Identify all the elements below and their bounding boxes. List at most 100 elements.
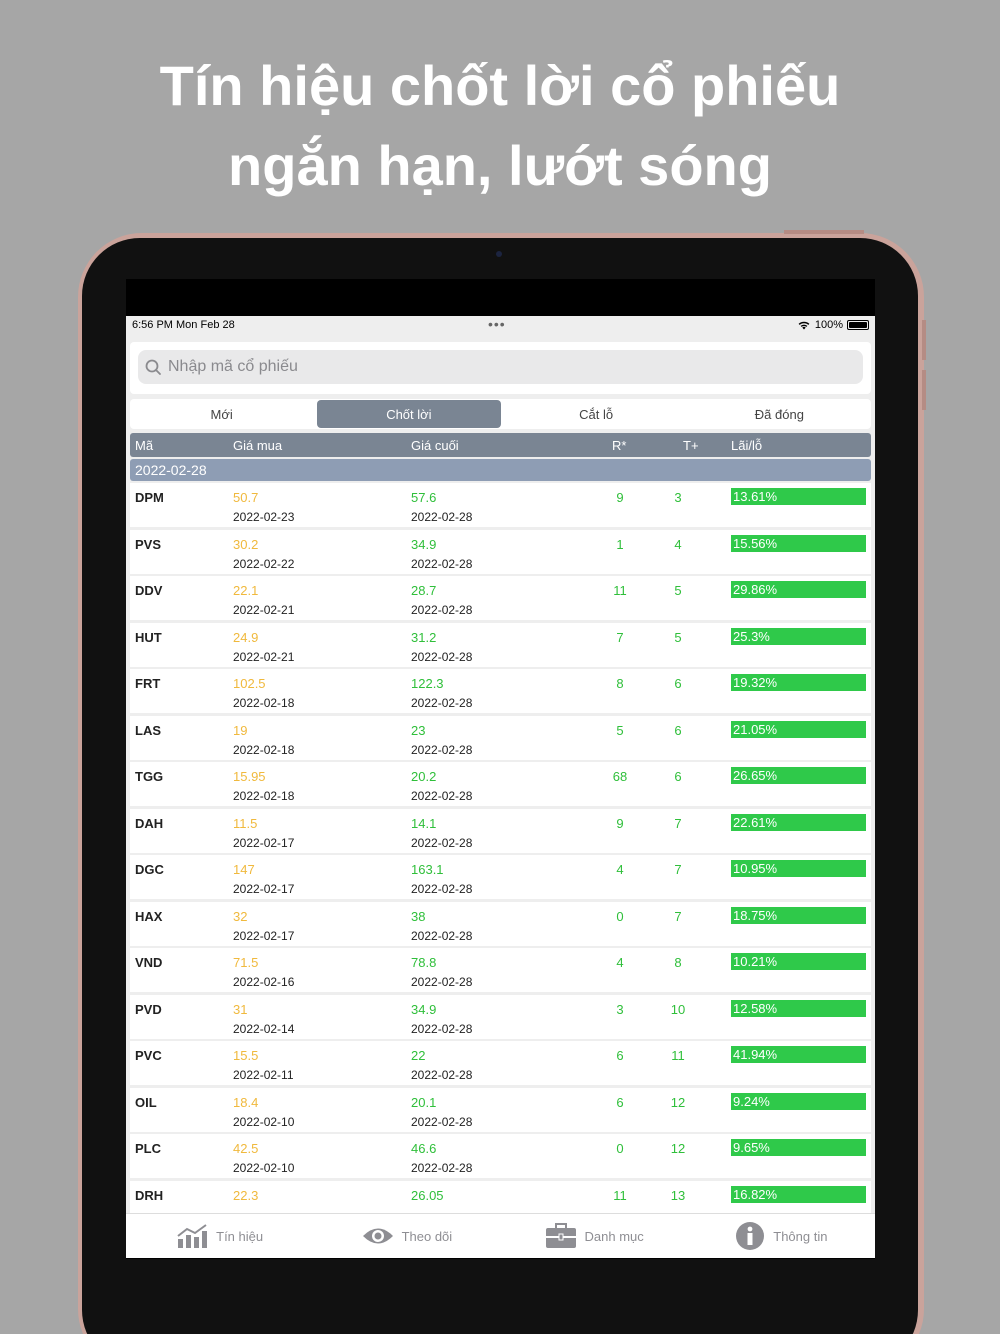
table-row[interactable]: DPM 50.7 2022-02-23 57.6 2022-02-28 9 3 13.61% [130,483,871,527]
screen: 6:56 PM Mon Feb 28 ••• 100% Nhập mã cổ p… [126,279,875,1259]
table-row[interactable]: PVS 30.2 2022-02-22 34.9 2022-02-28 1 4 15.56% [130,529,871,574]
cell-last-date: 2022-02-28 [411,835,473,850]
search-box[interactable] [138,350,863,384]
cell-buy-date: 2022-02-21 [233,603,295,617]
cell-buy-date: 2022-02-18 [233,696,295,710]
cell-buy-date: 2022-02-14 [233,1021,295,1036]
cell-t: 6 [674,769,682,784]
cell-last-price: 34.9 [411,536,437,552]
header-gia-mua[interactable]: Giá mua [233,438,282,453]
cell-last-date: 2022-02-28 [411,975,473,989]
cell-t: 6 [674,676,682,691]
volume-down-button [922,370,926,410]
cell-buy-price: 22.3 [233,1187,259,1203]
cell-last-date: 2022-02-28 [411,1068,473,1082]
table-row[interactable]: DAH 11.5 2022-02-17 14.1 2022-02-28 9 7 22.61% [130,808,871,853]
tabbar-theo-doi[interactable]: Theo dõi [313,1214,500,1258]
camera-dot [496,251,502,257]
search-input[interactable] [168,358,848,376]
header-t[interactable]: T+ [683,438,699,453]
tab-chot-loi[interactable]: Chốt lời [317,400,501,428]
table-row[interactable]: FRT 102.5 2022-02-18 122.3 2022-02-28 8 6 19.32… [130,669,871,713]
search-bar [130,342,871,394]
cell-t: 12 [670,1141,686,1156]
battery-icon [847,320,869,330]
cell-buy-price: 11.5 [233,815,258,831]
top-button [784,230,864,234]
cell-r: 7 [616,629,624,645]
cell-last-price: 163.1 [411,862,444,877]
cell-ma: HAX [135,908,163,924]
cell-last-price: 34.9 [411,1001,437,1017]
cell-ma: DAH [135,815,164,831]
table-row[interactable]: VND 71.5 2022-02-16 78.8 2022-02-28 4 8 10.21% [130,948,871,992]
cell-last-price: 14.1 [411,815,437,831]
table-row[interactable]: LAS 19 2022-02-18 23 2022-02-28 5 6 21.05% [130,715,871,760]
app: 6:56 PM Mon Feb 28 ••• 100% Nhập mã cổ p… [126,316,875,1258]
header-lai-lo[interactable]: Lãi/lỗ [731,438,762,453]
cell-last-price: 57.6 [411,490,437,505]
tab-cat-lo[interactable]: Cắt lỗ [505,399,688,429]
header-ma[interactable]: Mã [135,438,153,453]
cell-r: 1 [616,536,624,552]
cell-buy-price: 71.5 [233,955,259,970]
cell-r: 4 [616,862,624,877]
table-row[interactable]: DGC 147 2022-02-17 163.1 2022-02-28 4 7 10.95% [130,855,871,899]
cell-profit: 9.24% [731,1092,866,1110]
cell-ma: DDV [135,583,163,598]
cell-ma: DGC [135,862,164,877]
cell-t: 12 [670,1094,686,1110]
tab-da-dong[interactable]: Đã đóng [688,399,871,429]
cell-last-price: 20.1 [411,1094,437,1110]
cell-last-price: 28.7 [411,583,437,598]
headline-line-1: Tín hiệu chốt lời cổ phiếu [159,54,841,117]
multitask-dots[interactable]: ••• [488,316,506,332]
cell-r: 11 [613,1187,627,1203]
cell-last-date: 2022-02-28 [411,603,473,617]
tabbar-danh-muc[interactable]: Danh mục [501,1214,688,1258]
table-row[interactable]: TGG 15.95 2022-02-18 20.2 2022-02-28 68 6 26.65… [130,762,871,806]
cell-buy-date: 2022-02-17 [233,882,295,896]
header-gia-cuoi[interactable]: Giá cuối [411,438,459,453]
cell-buy-date: 2022-02-16 [233,975,295,989]
group-date-header: 2022-02-28 [130,459,871,481]
cell-buy-price: 22.1 [233,583,259,598]
cell-profit: 25.3% [731,627,866,645]
table-row[interactable]: HAX 32 2022-02-17 38 2022-02-28 0 7 18.75% [130,901,871,946]
table-row[interactable]: OIL 18.4 2022-02-10 20.1 2022-02-28 6 12 9.24% [130,1087,871,1132]
cell-t: 7 [674,815,682,831]
cell-ma: PVD [135,1001,162,1017]
table-row[interactable]: DDV 22.1 2022-02-21 28.7 2022-02-28 11 5 29.86% [130,576,871,620]
cell-r: 6 [616,1048,624,1063]
cell-buy-date: 2022-02-18 [233,742,295,757]
table-row[interactable]: HUT 24.9 2022-02-21 31.2 2022-02-28 7 5 25.3% [130,622,871,667]
cell-r: 3 [616,1001,624,1017]
cell-t: 13 [670,1187,686,1203]
tab-moi[interactable]: Mới [130,399,313,429]
tabbar-tin-hieu[interactable]: Tín hiệu [126,1214,313,1258]
cell-buy-date: 2022-02-10 [233,1161,295,1175]
cell-r: 6 [616,1094,624,1110]
cell-r: 0 [616,1141,624,1156]
cell-last-price: 78.8 [411,955,437,970]
tabbar-thong-tin[interactable]: Thông tin [688,1214,875,1258]
cell-profit: 10.95% [731,860,866,877]
cell-profit: 26.65% [731,767,866,784]
table-row[interactable]: PVD 31 2022-02-14 34.9 2022-02-28 3 10 12.58% [130,994,871,1039]
cell-r: 68 [612,769,628,784]
cell-r: 0 [616,908,624,924]
cell-profit: 12.58% [731,999,866,1017]
table-rows: DPM 50.7 2022-02-23 57.6 2022-02-28 9 3 13.61% P… [130,483,871,1227]
header-r[interactable]: R* [612,438,626,453]
cell-buy-date: 2022-02-22 [233,556,295,571]
cell-profit: 18.75% [731,906,866,924]
table-row[interactable]: PVC 15.5 2022-02-11 22 2022-02-28 6 11 41.94% [130,1041,871,1085]
cell-profit: 13.61% [731,488,866,505]
wifi-icon [798,321,810,330]
cell-t: 11 [671,1048,685,1063]
cell-last-price: 20.2 [411,769,437,784]
cell-profit: 21.05% [731,720,866,738]
table-row[interactable]: PLC 42.5 2022-02-10 46.6 2022-02-28 0 12 9.65% [130,1134,871,1178]
cell-buy-date: 2022-02-17 [233,928,295,943]
cell-last-date: 2022-02-28 [411,510,473,524]
